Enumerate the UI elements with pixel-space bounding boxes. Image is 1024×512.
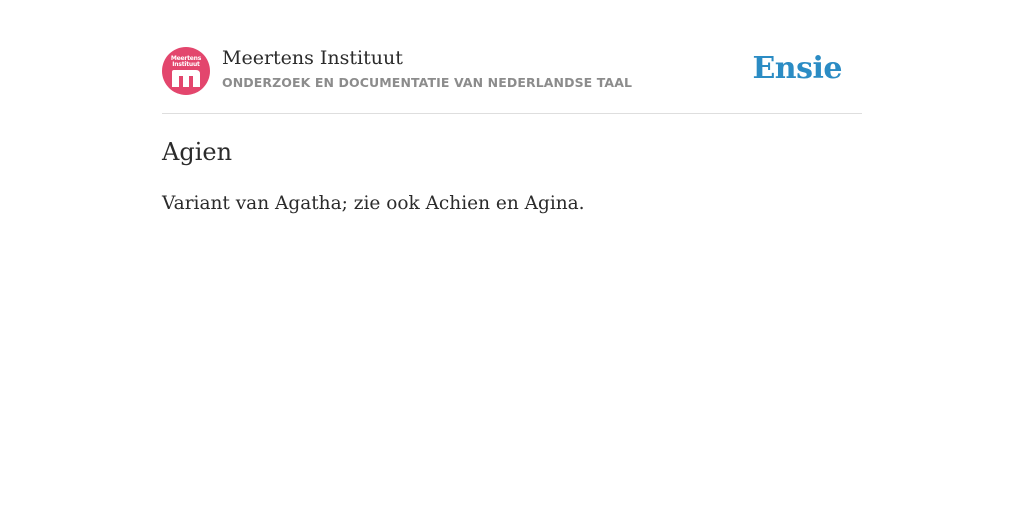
ensie-brand-link[interactable]: Ensie bbox=[752, 51, 842, 87]
page: Meertens Instituut Meertens Instituut ON… bbox=[162, 0, 862, 214]
entry-description: Variant van Agatha; zie ook Achien en Ag… bbox=[162, 193, 585, 214]
org-subtitle: ONDERZOEK EN DOCUMENTATIE VAN NEDERLANDS… bbox=[222, 75, 633, 90]
entry-title: Agien bbox=[162, 138, 233, 166]
org-title[interactable]: Meertens Instituut bbox=[222, 45, 403, 71]
site-header: Meertens Instituut Meertens Instituut ON… bbox=[162, 0, 862, 114]
logo-text-line2: Instituut bbox=[172, 61, 200, 68]
meertens-logo-icon[interactable]: Meertens Instituut bbox=[162, 47, 210, 95]
logo-m-glyph-icon bbox=[172, 70, 200, 87]
